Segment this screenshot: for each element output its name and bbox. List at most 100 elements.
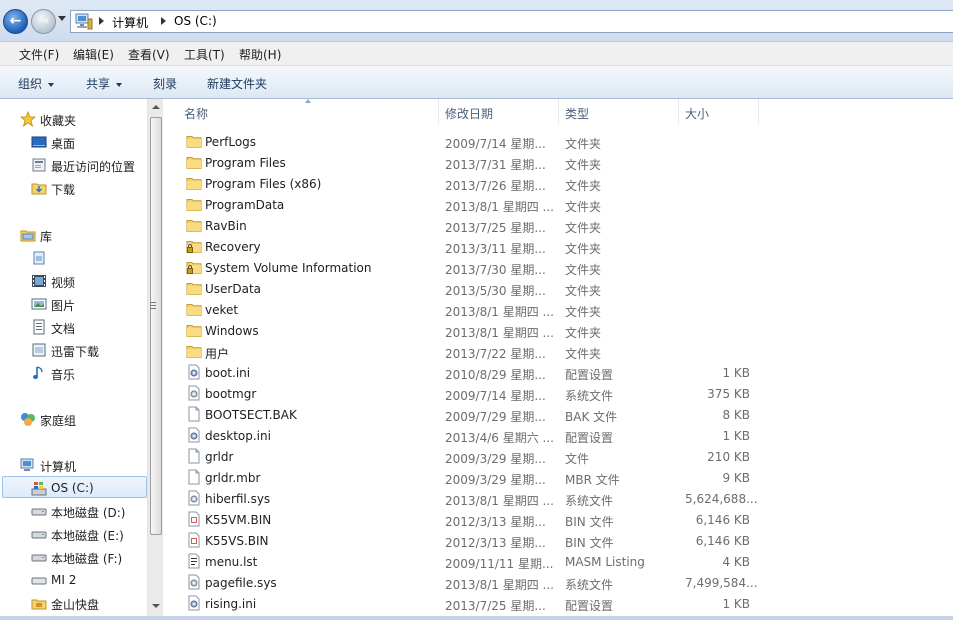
file-row[interactable]: BOOTSECT.BAK 2009/7/29 星期... BAK 文件 8 KB [164, 404, 953, 425]
file-name: Windows [205, 324, 259, 338]
file-date: 2013/7/25 星期... [445, 221, 546, 235]
file-size: 9 KB [722, 471, 750, 485]
bin-file-icon [188, 532, 200, 548]
file-type: 文件夹 [565, 242, 602, 256]
file-row[interactable]: desktop.ini 2013/4/6 星期六 ... 配置设置 1 KB [164, 425, 953, 446]
new-folder-button[interactable]: 新建文件夹 [207, 75, 267, 92]
burn-button[interactable]: 刻录 [153, 75, 177, 92]
menu-tools[interactable]: 工具(T) [184, 46, 225, 63]
file-row[interactable]: System Volume Information 2013/7/30 星期...… [164, 257, 953, 278]
file-name: veket [205, 303, 239, 317]
folder-icon [186, 220, 202, 232]
file-row[interactable]: Recovery 2013/3/11 星期... 文件夹 [164, 236, 953, 257]
menu-bar: 文件(F) 编辑(E) 查看(V) 工具(T) 帮助(H) [0, 42, 953, 66]
scroll-thumb[interactable] [150, 117, 162, 535]
file-name: Recovery [205, 240, 261, 254]
file-date: 2013/7/26 星期... [445, 179, 546, 193]
file-date: 2013/8/1 星期四 ... [445, 326, 554, 340]
scroll-down-icon[interactable] [152, 604, 160, 608]
menu-view[interactable]: 查看(V) [128, 46, 170, 63]
organize-button[interactable]: 组织 [18, 75, 55, 92]
share-button[interactable]: 共享 [86, 75, 123, 92]
computer-icon [75, 13, 93, 30]
windows-drive-icon [31, 482, 47, 496]
address-bar: ← → 计算机 OS (C:) [0, 0, 953, 42]
folder-icon [186, 283, 202, 295]
breadcrumb-drive-c[interactable]: OS (C:) [174, 14, 217, 28]
blank-file-icon [188, 448, 200, 464]
picture-icon [31, 298, 47, 310]
file-type: MASM Listing [565, 555, 645, 569]
file-name: desktop.ini [205, 429, 271, 443]
file-row[interactable]: grldr.mbr 2009/3/29 星期... MBR 文件 9 KB [164, 467, 953, 488]
file-row[interactable]: pagefile.sys 2013/8/1 星期四 ... 系统文件 7,499,58… [164, 572, 953, 593]
drive-icon [31, 554, 47, 562]
forward-button[interactable]: → [31, 9, 56, 34]
file-row[interactable]: bootmgr 2009/7/14 星期... 系统文件 375 KB [164, 383, 953, 404]
file-row[interactable]: Program Files (x86) 2013/7/26 星期... 文件夹 [164, 173, 953, 194]
listing-file-icon [188, 553, 200, 569]
file-date: 2009/3/29 星期... [445, 473, 546, 487]
drive-icon [31, 531, 47, 539]
breadcrumb-computer[interactable]: 计算机 [112, 14, 148, 31]
nav-drive-f-label: 本地磁盘 (F:) [51, 552, 123, 566]
recent-pages-dropdown-icon[interactable] [58, 16, 66, 21]
file-type: 文件夹 [565, 347, 602, 361]
nav-music-label: 音乐 [51, 368, 76, 382]
back-button[interactable]: ← [3, 9, 28, 34]
file-name: Program Files (x86) [205, 177, 322, 191]
file-name: menu.lst [205, 555, 258, 569]
file-row[interactable]: 用户 2013/7/22 星期... 文件夹 [164, 341, 953, 362]
nav-documents-label: 文档 [51, 322, 76, 336]
file-type: BIN 文件 [565, 536, 614, 550]
star-icon [20, 111, 36, 127]
removable-drive-icon [31, 577, 47, 585]
file-type: 文件夹 [565, 263, 602, 277]
nav-mi2-label: MI 2 [51, 573, 77, 587]
column-type[interactable]: 类型 [559, 99, 679, 124]
folder-icon [186, 325, 202, 337]
file-row[interactable]: menu.lst 2009/11/11 星期... MASM Listing 4 KB [164, 551, 953, 572]
folder-icon [186, 346, 202, 358]
menu-edit[interactable]: 编辑(E) [73, 46, 114, 63]
column-name[interactable]: 名称 [164, 99, 439, 124]
column-date[interactable]: 修改日期 [439, 99, 559, 124]
file-row[interactable]: grldr 2009/3/29 星期... 文件 210 KB [164, 446, 953, 467]
file-row[interactable]: rising.ini 2013/7/25 星期... 配置设置 1 KB [164, 593, 953, 614]
forward-arrow-icon: → [37, 13, 50, 29]
nav-scrollbar[interactable] [147, 99, 163, 620]
file-row[interactable]: PerfLogs 2009/7/14 星期... 文件夹 [164, 131, 953, 152]
breadcrumb-separator-icon[interactable] [99, 17, 104, 25]
nav-drive-c-label: OS (C:) [51, 481, 94, 495]
video-icon [32, 275, 46, 287]
file-row[interactable]: hiberfil.sys 2013/8/1 星期四 ... 系统文件 5,624,68… [164, 488, 953, 509]
folder-icon [186, 178, 202, 190]
chevron-down-icon [116, 82, 123, 87]
file-row[interactable]: K55VM.BIN 2012/3/13 星期... BIN 文件 6,146 KB [164, 509, 953, 530]
file-row[interactable]: veket 2013/8/1 星期四 ... 文件夹 [164, 299, 953, 320]
address-box[interactable]: 计算机 OS (C:) [70, 10, 953, 33]
blank-file-icon [188, 469, 200, 485]
menu-help[interactable]: 帮助(H) [239, 46, 281, 63]
breadcrumb-separator-icon[interactable] [161, 17, 166, 25]
scroll-up-icon[interactable] [152, 105, 160, 109]
file-date: 2010/8/29 星期... [445, 368, 546, 382]
file-row[interactable]: K55VS.BIN 2012/3/13 星期... BIN 文件 6,146 KB [164, 530, 953, 551]
homegroup-icon [21, 413, 35, 426]
file-row[interactable]: Program Files 2013/7/31 星期... 文件夹 [164, 152, 953, 173]
file-date: 2009/7/14 星期... [445, 389, 546, 403]
file-row[interactable]: RavBin 2013/7/25 星期... 文件夹 [164, 215, 953, 236]
file-name: PerfLogs [205, 135, 257, 149]
file-name: bootmgr [205, 387, 257, 401]
file-row[interactable]: ProgramData 2013/8/1 星期四 ... 文件夹 [164, 194, 953, 215]
library-icon [20, 230, 36, 242]
column-name-label: 名称 [184, 107, 209, 121]
file-row[interactable]: Windows 2013/8/1 星期四 ... 文件夹 [164, 320, 953, 341]
library-document-icon [33, 251, 45, 265]
file-date: 2013/4/6 星期六 ... [445, 431, 554, 445]
file-row[interactable]: boot.ini 2010/8/29 星期... 配置设置 1 KB [164, 362, 953, 383]
column-size[interactable]: 大小 [679, 99, 759, 124]
file-type: 文件夹 [565, 221, 602, 235]
menu-file[interactable]: 文件(F) [19, 46, 59, 63]
file-row[interactable]: UserData 2013/5/30 星期... 文件夹 [164, 278, 953, 299]
